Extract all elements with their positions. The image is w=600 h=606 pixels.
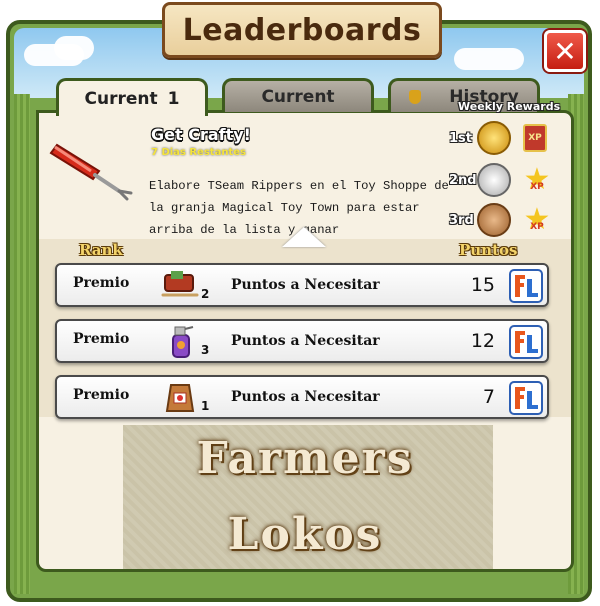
xp-label: XP <box>530 182 544 192</box>
quest-title: Get Crafty! <box>151 125 251 144</box>
prize-label: Premio <box>73 387 130 403</box>
place-label: 2nd <box>449 172 477 188</box>
xp-star-icon: ★ XP <box>523 205 551 235</box>
place-label: 3rd <box>449 212 474 228</box>
points-value: 15 <box>470 274 495 296</box>
sleigh-icon <box>161 271 199 297</box>
points-needed-label: Puntos a Necesitar <box>231 333 380 349</box>
fl-logo-icon <box>509 381 543 415</box>
bonus-badge: XP <box>523 124 547 152</box>
points-needed-label: Puntos a Necesitar <box>231 389 380 405</box>
prize-row: Premio 2 Puntos a Necesitar 15 <box>55 263 549 307</box>
reward-2nd: 2nd ★ XP <box>449 163 551 197</box>
content-panel: Get Crafty! 7 Dias Restantes Elabore TSe… <box>36 110 574 572</box>
tab-current-1[interactable]: Current 1 <box>56 78 208 116</box>
scroll-up-arrow-icon[interactable] <box>282 227 326 247</box>
seam-ripper-icon <box>49 143 133 201</box>
prize-row: Premio 3 Puntos a Necesitar 12 <box>55 319 549 363</box>
prize-quantity: 3 <box>201 343 210 357</box>
close-button[interactable]: ✕ <box>544 30 586 72</box>
watermark-line-2: Lokos <box>227 509 383 560</box>
prize-quantity: 1 <box>201 399 210 413</box>
place-label: 1st <box>449 130 472 146</box>
bronze-trophy-icon <box>477 203 511 237</box>
tab-number: 1 <box>167 88 180 109</box>
grass-border-left <box>14 94 30 594</box>
silver-trophy-icon <box>477 163 511 197</box>
prize-label: Premio <box>73 331 130 347</box>
cloud-decoration <box>454 48 524 70</box>
cloud-decoration <box>54 36 94 60</box>
points-header: Puntos <box>459 241 518 259</box>
days-remaining: 7 Dias Restantes <box>151 147 246 158</box>
fl-logo-icon <box>509 325 543 359</box>
fl-logo-icon <box>509 269 543 303</box>
close-icon: ✕ <box>553 34 577 68</box>
points-value: 7 <box>482 386 495 408</box>
spray-bottle-icon <box>172 326 194 358</box>
tab-current-2[interactable]: Current <box>222 78 374 112</box>
title-plaque: Leaderboards <box>162 2 442 58</box>
tab-label: Current <box>84 88 158 109</box>
xp-star-icon: ★ XP <box>523 165 551 195</box>
reward-1st: 1st XP <box>449 121 547 155</box>
watermark-line-1: Farmers <box>196 433 414 484</box>
xp-label: XP <box>530 222 544 232</box>
weekly-rewards-label: Weekly Rewards <box>458 100 561 113</box>
gold-trophy-icon <box>477 121 511 155</box>
rank-header: Rank <box>79 241 123 259</box>
window-title: Leaderboards <box>182 12 422 48</box>
points-needed-label: Puntos a Necesitar <box>231 277 380 293</box>
reward-3rd: 3rd ★ XP <box>449 203 551 237</box>
points-value: 12 <box>470 330 495 352</box>
prize-row: Premio 1 Puntos a Necesitar 7 <box>55 375 549 419</box>
tab-label: Current <box>261 86 335 107</box>
prize-quantity: 2 <box>201 287 210 301</box>
prize-label: Premio <box>73 275 130 291</box>
seed-bag-icon <box>165 384 195 412</box>
trophy-icon <box>409 89 422 104</box>
